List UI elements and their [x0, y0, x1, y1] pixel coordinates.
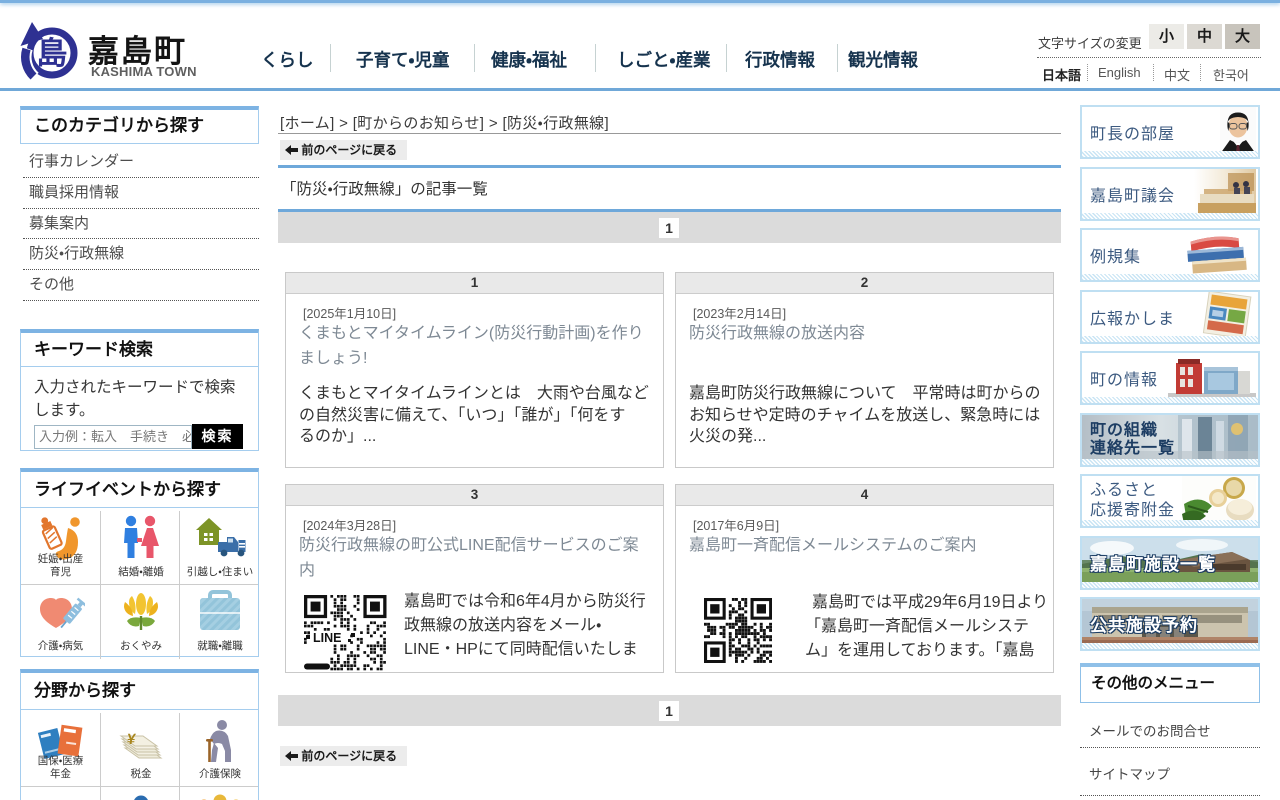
svg-text:LINE: LINE — [313, 631, 341, 645]
svg-text:島: 島 — [37, 36, 68, 71]
